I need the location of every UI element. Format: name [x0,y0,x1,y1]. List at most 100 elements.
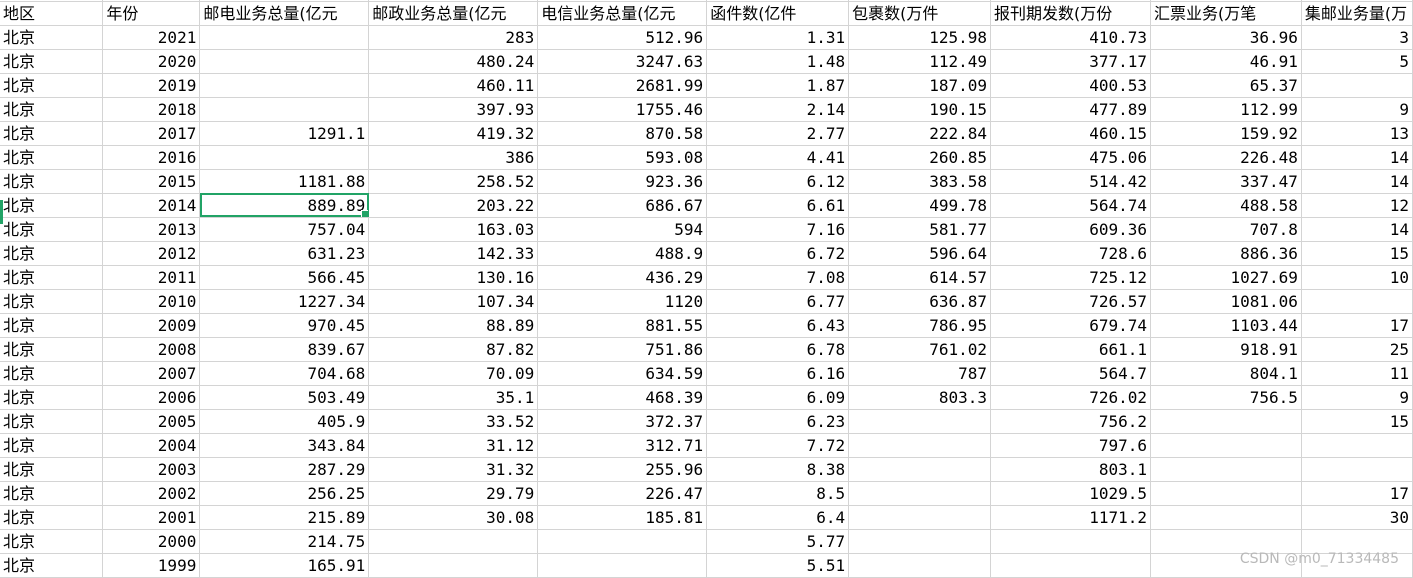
value-cell[interactable]: 1291.1 [199,121,370,146]
region-cell[interactable]: 北京 [0,481,104,506]
value-cell[interactable]: 596.64 [848,241,992,266]
value-cell[interactable]: 1.48 [706,49,850,74]
column-header[interactable]: 邮电业务总量(亿元 [199,1,370,26]
value-cell[interactable] [1301,457,1413,482]
region-cell[interactable]: 北京 [0,265,104,290]
value-cell[interactable]: 918.91 [1150,337,1302,362]
column-header[interactable]: 电信业务总量(亿元 [537,1,708,26]
value-cell[interactable]: 29.79 [368,481,539,506]
region-cell[interactable]: 北京 [0,121,104,146]
value-cell[interactable]: 6.12 [706,169,850,194]
value-cell[interactable]: 803.1 [990,457,1151,482]
region-cell[interactable]: 北京 [0,193,104,218]
value-cell[interactable]: 480.24 [368,49,539,74]
value-cell[interactable]: 7.72 [706,433,850,458]
value-cell[interactable]: 30.08 [368,505,539,530]
year-cell[interactable]: 2000 [102,529,201,554]
region-cell[interactable]: 北京 [0,337,104,362]
value-cell[interactable]: 707.8 [1150,217,1302,242]
value-cell[interactable]: 9 [1301,385,1413,410]
value-cell[interactable]: 6.23 [706,409,850,434]
value-cell[interactable] [1150,433,1302,458]
value-cell[interactable]: 726.02 [990,385,1151,410]
value-cell[interactable]: 661.1 [990,337,1151,362]
value-cell[interactable]: 5 [1301,49,1413,74]
year-cell[interactable]: 2019 [102,73,201,98]
value-cell[interactable]: 112.49 [848,49,992,74]
value-cell[interactable]: 488.58 [1150,193,1302,218]
value-cell[interactable] [848,529,992,554]
value-cell[interactable]: 130.16 [368,265,539,290]
value-cell[interactable]: 30 [1301,505,1413,530]
value-cell[interactable]: 2.14 [706,97,850,122]
value-cell[interactable]: 636.87 [848,289,992,314]
value-cell[interactable]: 786.95 [848,313,992,338]
value-cell[interactable]: 436.29 [537,265,708,290]
value-cell[interactable]: 6.43 [706,313,850,338]
value-cell[interactable]: 787 [848,361,992,386]
region-cell[interactable]: 北京 [0,385,104,410]
value-cell[interactable]: 839.67 [199,337,370,362]
region-cell[interactable]: 北京 [0,457,104,482]
value-cell[interactable]: 886.36 [1150,241,1302,266]
value-cell[interactable]: 8.38 [706,457,850,482]
value-cell[interactable]: 287.29 [199,457,370,482]
value-cell[interactable]: 226.47 [537,481,708,506]
value-cell[interactable]: 756.5 [1150,385,1302,410]
value-cell[interactable]: 337.47 [1150,169,1302,194]
value-cell[interactable]: 6.77 [706,289,850,314]
value-cell[interactable]: 593.08 [537,145,708,170]
region-cell[interactable]: 北京 [0,145,104,170]
value-cell[interactable]: 803.3 [848,385,992,410]
value-cell[interactable]: 256.25 [199,481,370,506]
value-cell[interactable]: 88.89 [368,313,539,338]
value-cell[interactable]: 187.09 [848,73,992,98]
value-cell[interactable] [1150,457,1302,482]
value-cell[interactable] [1301,529,1413,554]
value-cell[interactable]: 1755.46 [537,97,708,122]
value-cell[interactable]: 419.32 [368,121,539,146]
value-cell[interactable]: 343.84 [199,433,370,458]
value-cell[interactable]: 142.33 [368,241,539,266]
value-cell[interactable]: 726.57 [990,289,1151,314]
value-cell[interactable]: 215.89 [199,505,370,530]
value-cell[interactable]: 410.73 [990,25,1151,50]
year-cell[interactable]: 2013 [102,217,201,242]
value-cell[interactable]: 503.49 [199,385,370,410]
value-cell[interactable]: 1103.44 [1150,313,1302,338]
year-cell[interactable]: 2018 [102,97,201,122]
value-cell[interactable]: 14 [1301,145,1413,170]
value-cell[interactable] [199,145,370,170]
value-cell[interactable]: 377.17 [990,49,1151,74]
value-cell[interactable]: 107.34 [368,289,539,314]
value-cell[interactable]: 312.71 [537,433,708,458]
value-cell[interactable] [848,505,992,530]
year-cell[interactable]: 2008 [102,337,201,362]
value-cell[interactable]: 7.08 [706,265,850,290]
value-cell[interactable] [199,49,370,74]
year-cell[interactable]: 2012 [102,241,201,266]
value-cell[interactable]: 14 [1301,217,1413,242]
value-cell[interactable]: 222.84 [848,121,992,146]
value-cell[interactable]: 372.37 [537,409,708,434]
value-cell[interactable]: 46.91 [1150,49,1302,74]
value-cell[interactable]: 704.68 [199,361,370,386]
value-cell[interactable]: 13 [1301,121,1413,146]
year-cell[interactable]: 2009 [102,313,201,338]
value-cell[interactable]: 159.92 [1150,121,1302,146]
value-cell[interactable]: 499.78 [848,193,992,218]
region-cell[interactable]: 北京 [0,49,104,74]
value-cell[interactable] [1301,73,1413,98]
value-cell[interactable]: 405.9 [199,409,370,434]
value-cell[interactable]: 1027.69 [1150,265,1302,290]
region-cell[interactable]: 北京 [0,361,104,386]
value-cell[interactable]: 679.74 [990,313,1151,338]
value-cell[interactable]: 751.86 [537,337,708,362]
value-cell[interactable]: 761.02 [848,337,992,362]
column-header[interactable]: 地区 [0,1,104,26]
value-cell[interactable]: 6.16 [706,361,850,386]
region-cell[interactable]: 北京 [0,529,104,554]
value-cell[interactable]: 460.11 [368,73,539,98]
value-cell[interactable]: 15 [1301,241,1413,266]
year-cell[interactable]: 2004 [102,433,201,458]
